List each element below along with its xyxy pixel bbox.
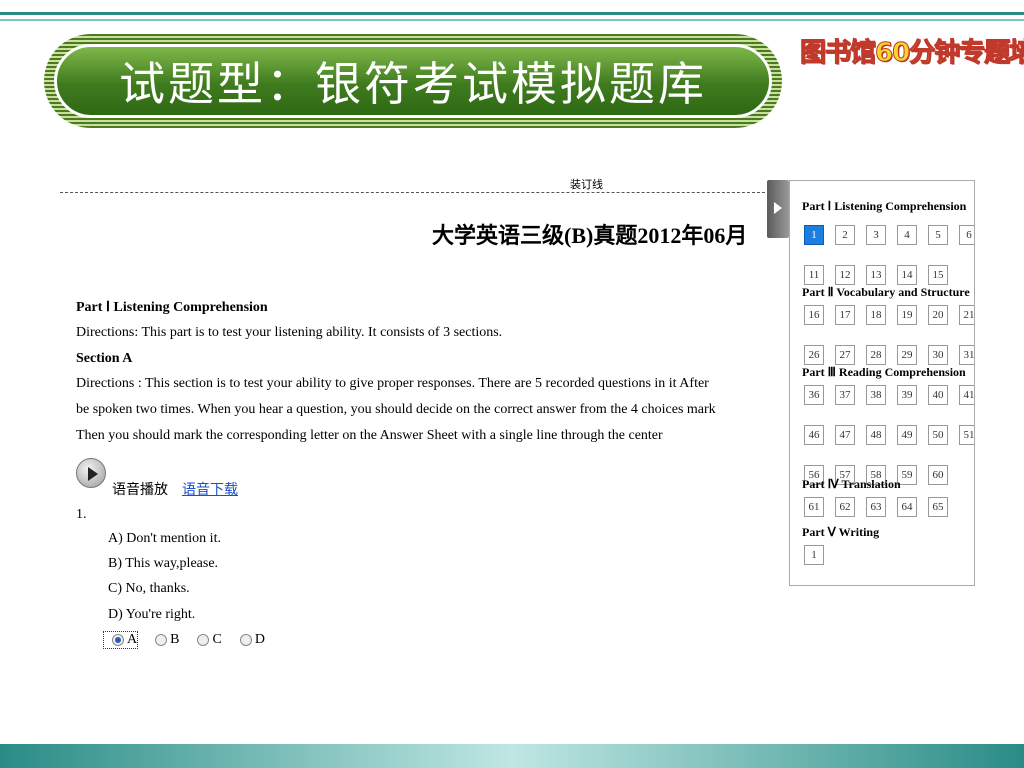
question-jump-button[interactable]: 60: [928, 465, 948, 485]
question-jump-button[interactable]: 11: [804, 265, 824, 285]
panel-toggle-arrow-icon[interactable]: [767, 180, 789, 238]
question-jump-button[interactable]: 13: [866, 265, 886, 285]
question-number-row: 11 12 13 14 15: [804, 265, 959, 285]
part-directions: Directions: This part is to test your li…: [76, 325, 503, 340]
question-jump-button[interactable]: 3: [866, 225, 886, 245]
radio-button[interactable]: [197, 634, 210, 646]
slide-title-banner: 试题型：银符考试模拟题库: [44, 34, 782, 128]
question-jump-button[interactable]: 63: [866, 497, 886, 517]
question-jump-button[interactable]: 65: [928, 497, 948, 517]
option-b-text: B) This way,please.: [108, 556, 219, 571]
question-jump-button[interactable]: 1: [804, 545, 824, 565]
section-directions-line2: be spoken two times. When you hear a que…: [76, 402, 716, 417]
question-jump-button[interactable]: 36: [804, 385, 824, 405]
question-number: 1.: [76, 507, 87, 522]
question-jump-button[interactable]: 14: [897, 265, 917, 285]
question-jump-button[interactable]: 47: [835, 425, 855, 445]
question-jump-button[interactable]: 6: [959, 225, 974, 245]
choice-label: B: [170, 632, 180, 647]
question-jump-button[interactable]: 46: [804, 425, 824, 445]
question-jump-button[interactable]: 49: [897, 425, 917, 445]
question-jump-button[interactable]: 18: [866, 305, 886, 325]
question-jump-button[interactable]: 16: [804, 305, 824, 325]
exam-title: 大学英语三级(B)真题2012年06月: [432, 223, 748, 248]
question-jump-button[interactable]: 20: [928, 305, 948, 325]
choice-label: A: [127, 632, 138, 647]
question-jump-button[interactable]: 21: [959, 305, 974, 325]
question-navigator-panel: Part Ⅰ Listening Comprehension 1 2 3 4 5 6 11 12…: [789, 180, 975, 586]
choice-d[interactable]: D: [232, 632, 265, 648]
audio-play-label: 语音播放: [112, 482, 168, 498]
question-jump-button[interactable]: 12: [835, 265, 855, 285]
top-rule-thin: [0, 19, 1024, 21]
question-jump-button[interactable]: 51: [959, 425, 974, 445]
question-number-row: 46 47 48 49 50 51: [804, 425, 974, 445]
binding-line: [60, 192, 780, 193]
question-jump-button[interactable]: 39: [897, 385, 917, 405]
question-jump-button[interactable]: 41: [959, 385, 974, 405]
question-jump-button[interactable]: 31: [959, 345, 974, 365]
question-jump-button[interactable]: 29: [897, 345, 917, 365]
exam-screenshot: 装订线 大学英语三级(B)真题2012年06月 Part Ⅰ Listening…: [60, 172, 980, 692]
radio-button[interactable]: [112, 634, 124, 646]
answer-choices: A B C D: [102, 631, 275, 649]
panel-part-heading: Part Ⅲ Reading Comprehension: [802, 365, 966, 379]
question-jump-button[interactable]: 1: [804, 225, 824, 245]
panel-part-heading: Part Ⅱ Vocabulary and Structure: [802, 285, 970, 299]
top-rule: [0, 12, 1024, 15]
radio-button[interactable]: [239, 634, 252, 646]
option-d-text: D) You're right.: [108, 607, 196, 622]
question-jump-button[interactable]: 4: [897, 225, 917, 245]
question-number-row: 26 27 28 29 30 31: [804, 345, 974, 365]
radio-button[interactable]: [155, 634, 168, 646]
question-jump-button[interactable]: 2: [835, 225, 855, 245]
question-jump-button[interactable]: 50: [928, 425, 948, 445]
question-jump-button[interactable]: 37: [835, 385, 855, 405]
question-jump-button[interactable]: 62: [835, 497, 855, 517]
play-icon[interactable]: [76, 458, 106, 488]
question-jump-button[interactable]: 30: [928, 345, 948, 365]
part-heading: Part Ⅰ Listening Comprehension: [76, 300, 268, 315]
question-jump-button[interactable]: 27: [835, 345, 855, 365]
panel-part-heading: Part Ⅳ Translation: [802, 477, 901, 491]
section-directions-line3: Then you should mark the corresponding l…: [76, 428, 663, 443]
section-heading: Section A: [76, 351, 133, 366]
question-jump-button[interactable]: 17: [835, 305, 855, 325]
panel-part-heading: Part Ⅰ Listening Comprehension: [802, 199, 967, 213]
section-directions-line1: Directions : This section is to test you…: [76, 376, 709, 391]
question-number-row: 36 37 38 39 40 41: [804, 385, 974, 405]
question-number-row: 1: [804, 545, 835, 565]
question-jump-button[interactable]: 38: [866, 385, 886, 405]
question-jump-button[interactable]: 61: [804, 497, 824, 517]
question-jump-button[interactable]: 48: [866, 425, 886, 445]
audio-download-link[interactable]: 语音下载: [182, 479, 238, 499]
bottom-band: [0, 744, 1024, 768]
panel-part-heading: Part Ⅴ Writing: [802, 525, 880, 539]
brand-logo-text: 图书馆60分钟专题培训: [799, 38, 1024, 69]
slide-title: 试题型：银符考试模拟题库: [119, 57, 707, 111]
question-jump-button[interactable]: 19: [897, 305, 917, 325]
choice-a[interactable]: A: [102, 631, 139, 649]
choice-c[interactable]: C: [189, 632, 222, 648]
option-c-text: C) No, thanks.: [108, 581, 190, 596]
question-jump-button[interactable]: 26: [804, 345, 824, 365]
slide-title-banner-inner: 试题型：银符考试模拟题库: [54, 44, 772, 118]
question-number-row: 123456: [804, 225, 974, 245]
question-jump-button[interactable]: 40: [928, 385, 948, 405]
binding-line-label: 装订线: [570, 178, 603, 191]
question-jump-button[interactable]: 28: [866, 345, 886, 365]
option-a-text: A) Don't mention it.: [108, 531, 221, 546]
question-number-row: 61 62 63 64 65: [804, 497, 959, 517]
question-jump-button[interactable]: 15: [928, 265, 948, 285]
question-jump-button[interactable]: 5: [928, 225, 948, 245]
choice-label: C: [212, 632, 222, 647]
choice-label: D: [254, 632, 265, 647]
choice-b[interactable]: B: [147, 632, 179, 648]
question-number-row: 16 17 18 19 20 21: [804, 305, 974, 325]
question-jump-button[interactable]: 64: [897, 497, 917, 517]
